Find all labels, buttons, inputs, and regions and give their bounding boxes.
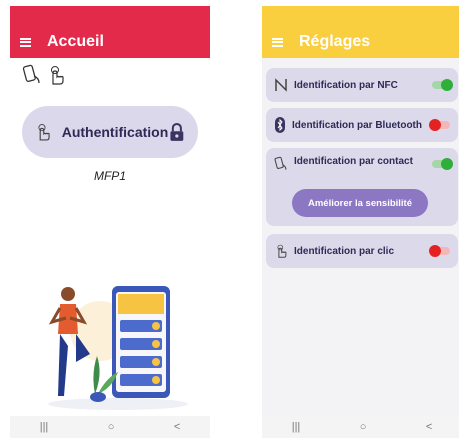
setting-bluetooth[interactable]: Identification par Bluetooth — [266, 108, 458, 142]
home-button[interactable]: ○ — [108, 421, 115, 433]
setting-label: Identification par NFC — [294, 79, 398, 91]
recent-apps-button[interactable]: ||| — [292, 421, 301, 433]
system-nav-bar: ||| ○ < — [262, 416, 459, 438]
system-nav-bar: ||| ○ < — [10, 416, 210, 438]
status-bar — [10, 6, 210, 26]
bluetooth-toggle[interactable] — [429, 119, 450, 131]
phone-hand-icon — [22, 64, 40, 84]
touch-hand-icon — [51, 66, 64, 85]
click-toggle[interactable] — [429, 245, 450, 257]
setting-label: Identification par contact — [294, 156, 413, 167]
setting-label: Identification par Bluetooth — [292, 119, 422, 131]
setting-label: Identification par clic — [294, 245, 395, 257]
back-button[interactable]: < — [426, 421, 432, 433]
page-title: Réglages — [299, 33, 371, 50]
lock-icon — [170, 122, 184, 141]
settings-screen: Réglages Identification par NFC Identifi… — [262, 6, 459, 438]
phone-hand-icon — [274, 156, 287, 170]
touch-hand-icon — [38, 124, 50, 141]
bluetooth-icon — [275, 117, 285, 133]
page-title: Accueil — [47, 33, 104, 50]
app-bar: Accueil — [10, 26, 210, 58]
yoga-illustration — [48, 286, 188, 410]
contact-toggle[interactable] — [432, 158, 453, 170]
improve-sensitivity-button[interactable]: Améliorer la sensibilité — [292, 189, 428, 217]
authentication-label: Authentification — [61, 124, 169, 140]
home-screen: Accueil Authentification MFP1 ||| ○ < — [10, 6, 210, 438]
setting-nfc[interactable]: Identification par NFC — [266, 68, 458, 102]
home-button[interactable]: ○ — [360, 421, 367, 433]
device-name: MFP1 — [93, 169, 126, 183]
status-bar — [262, 6, 459, 26]
mode-icons — [22, 64, 66, 86]
menu-icon[interactable] — [20, 37, 31, 47]
back-button[interactable]: < — [174, 421, 180, 433]
menu-icon[interactable] — [272, 37, 283, 47]
app-bar: Réglages — [262, 26, 459, 58]
recent-apps-button[interactable]: ||| — [40, 421, 49, 433]
touch-hand-icon — [277, 244, 287, 258]
setting-click[interactable]: Identification par clic — [266, 234, 458, 268]
nfc-icon — [275, 78, 287, 92]
nfc-toggle[interactable] — [432, 79, 453, 91]
authentication-button[interactable]: Authentification — [22, 106, 198, 158]
